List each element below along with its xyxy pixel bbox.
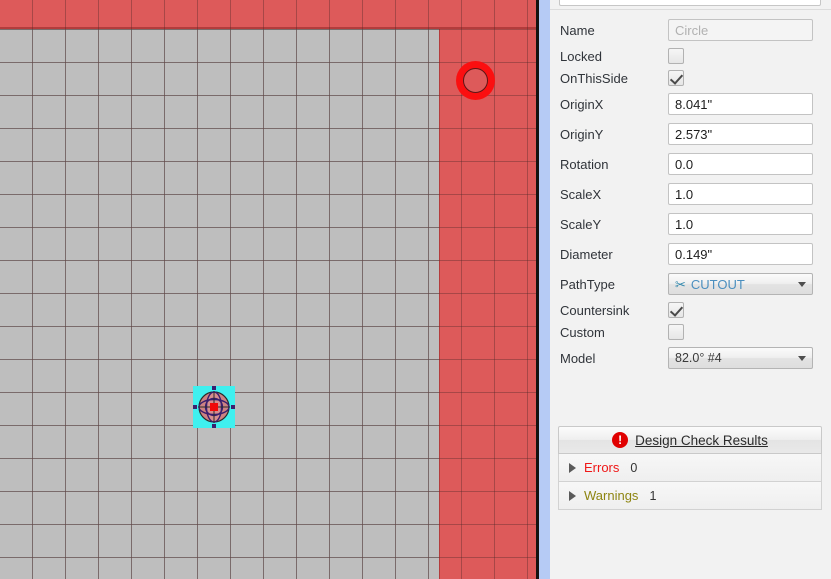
property-row-diameter: Diameter 0.149" <box>550 239 831 269</box>
errors-label: Errors <box>584 460 620 475</box>
property-row-scale-y: ScaleY 1.0 <box>550 209 831 239</box>
scissors-icon: ✂ <box>675 276 686 292</box>
model-value-wrap: 82.0° #4 <box>675 351 798 365</box>
property-row-countersink: Countersink <box>550 299 831 321</box>
warnings-count: 1 <box>649 488 657 503</box>
panel-divider <box>550 9 831 10</box>
rotation-input[interactable]: 0.0 <box>668 153 813 175</box>
property-row-scale-x: ScaleX 1.0 <box>550 179 831 209</box>
scale-x-input[interactable]: 1.0 <box>668 183 813 205</box>
model-dropdown[interactable]: 82.0° #4 <box>668 347 813 369</box>
property-row-path-type: PathType ✂ CUTOUT <box>550 269 831 299</box>
label-path-type: PathType <box>560 276 615 292</box>
locked-checkbox[interactable] <box>668 48 684 64</box>
label-countersink: Countersink <box>560 302 630 318</box>
property-row-model: Model 82.0° #4 <box>550 343 831 373</box>
selected-shape[interactable] <box>193 386 235 428</box>
label-scale-x: ScaleX <box>560 186 602 202</box>
canvas-vertical-scrollbar[interactable] <box>539 0 550 579</box>
circle-cutout-hole[interactable] <box>456 61 495 100</box>
name-input[interactable]: Circle <box>668 19 813 41</box>
hole-inner-disc <box>463 68 488 93</box>
label-rotation: Rotation <box>560 156 609 172</box>
design-check-results-header[interactable]: ! Design Check Results <box>558 426 822 454</box>
path-type-value-wrap: ✂ CUTOUT <box>675 277 798 292</box>
red-zone-top-band <box>0 0 538 29</box>
design-check-row-warnings[interactable]: Warnings 1 <box>558 482 822 510</box>
scale-y-input[interactable]: 1.0 <box>668 213 813 235</box>
label-diameter: Diameter <box>560 246 613 262</box>
application-window: Name Circle Locked OnThisSide OriginX 8.… <box>0 0 831 579</box>
custom-checkbox[interactable] <box>668 324 684 340</box>
design-check-row-errors[interactable]: Errors 0 <box>558 454 822 482</box>
property-row-name: Name Circle <box>550 15 831 45</box>
label-locked: Locked <box>560 48 602 64</box>
chevron-right-icon[interactable] <box>569 490 576 501</box>
panel-top-field-partial[interactable] <box>559 0 821 6</box>
label-origin-y: OriginY <box>560 126 604 142</box>
property-row-origin-x: OriginX 8.041" <box>550 89 831 119</box>
selected-shape-graphic <box>193 386 235 428</box>
property-row-on-this-side: OnThisSide <box>550 67 831 89</box>
chevron-down-icon[interactable] <box>798 355 806 361</box>
design-check-results-panel: ! Design Check Results Errors 0 Warnings… <box>558 426 822 510</box>
path-type-dropdown[interactable]: ✂ CUTOUT <box>668 273 813 295</box>
label-on-this-side: OnThisSide <box>560 70 628 86</box>
diameter-input[interactable]: 0.149" <box>668 243 813 265</box>
design-canvas[interactable] <box>0 0 538 579</box>
origin-y-input[interactable]: 2.573" <box>668 123 813 145</box>
label-name: Name <box>560 22 595 38</box>
design-check-results-title[interactable]: Design Check Results <box>635 433 768 448</box>
warnings-label: Warnings <box>584 488 639 503</box>
errors-count: 0 <box>630 460 638 475</box>
label-origin-x: OriginX <box>560 96 604 112</box>
red-zone-right-column <box>439 29 538 579</box>
property-row-custom: Custom <box>550 321 831 343</box>
label-model: Model <box>560 350 596 366</box>
property-row-locked: Locked <box>550 45 831 67</box>
error-badge-icon: ! <box>612 432 629 448</box>
countersink-checkbox[interactable] <box>668 302 684 318</box>
origin-x-input[interactable]: 8.041" <box>668 93 813 115</box>
properties-form: Name Circle Locked OnThisSide OriginX 8.… <box>550 15 831 373</box>
chevron-down-icon[interactable] <box>798 281 806 287</box>
property-row-rotation: Rotation 0.0 <box>550 149 831 179</box>
model-value: 82.0° #4 <box>675 351 722 365</box>
label-scale-y: ScaleY <box>560 216 602 232</box>
label-custom: Custom <box>560 324 605 340</box>
chevron-right-icon[interactable] <box>569 462 576 473</box>
on-this-side-checkbox[interactable] <box>668 70 684 86</box>
properties-panel: Name Circle Locked OnThisSide OriginX 8.… <box>550 0 831 579</box>
path-type-value: CUTOUT <box>690 276 745 292</box>
property-row-origin-y: OriginY 2.573" <box>550 119 831 149</box>
